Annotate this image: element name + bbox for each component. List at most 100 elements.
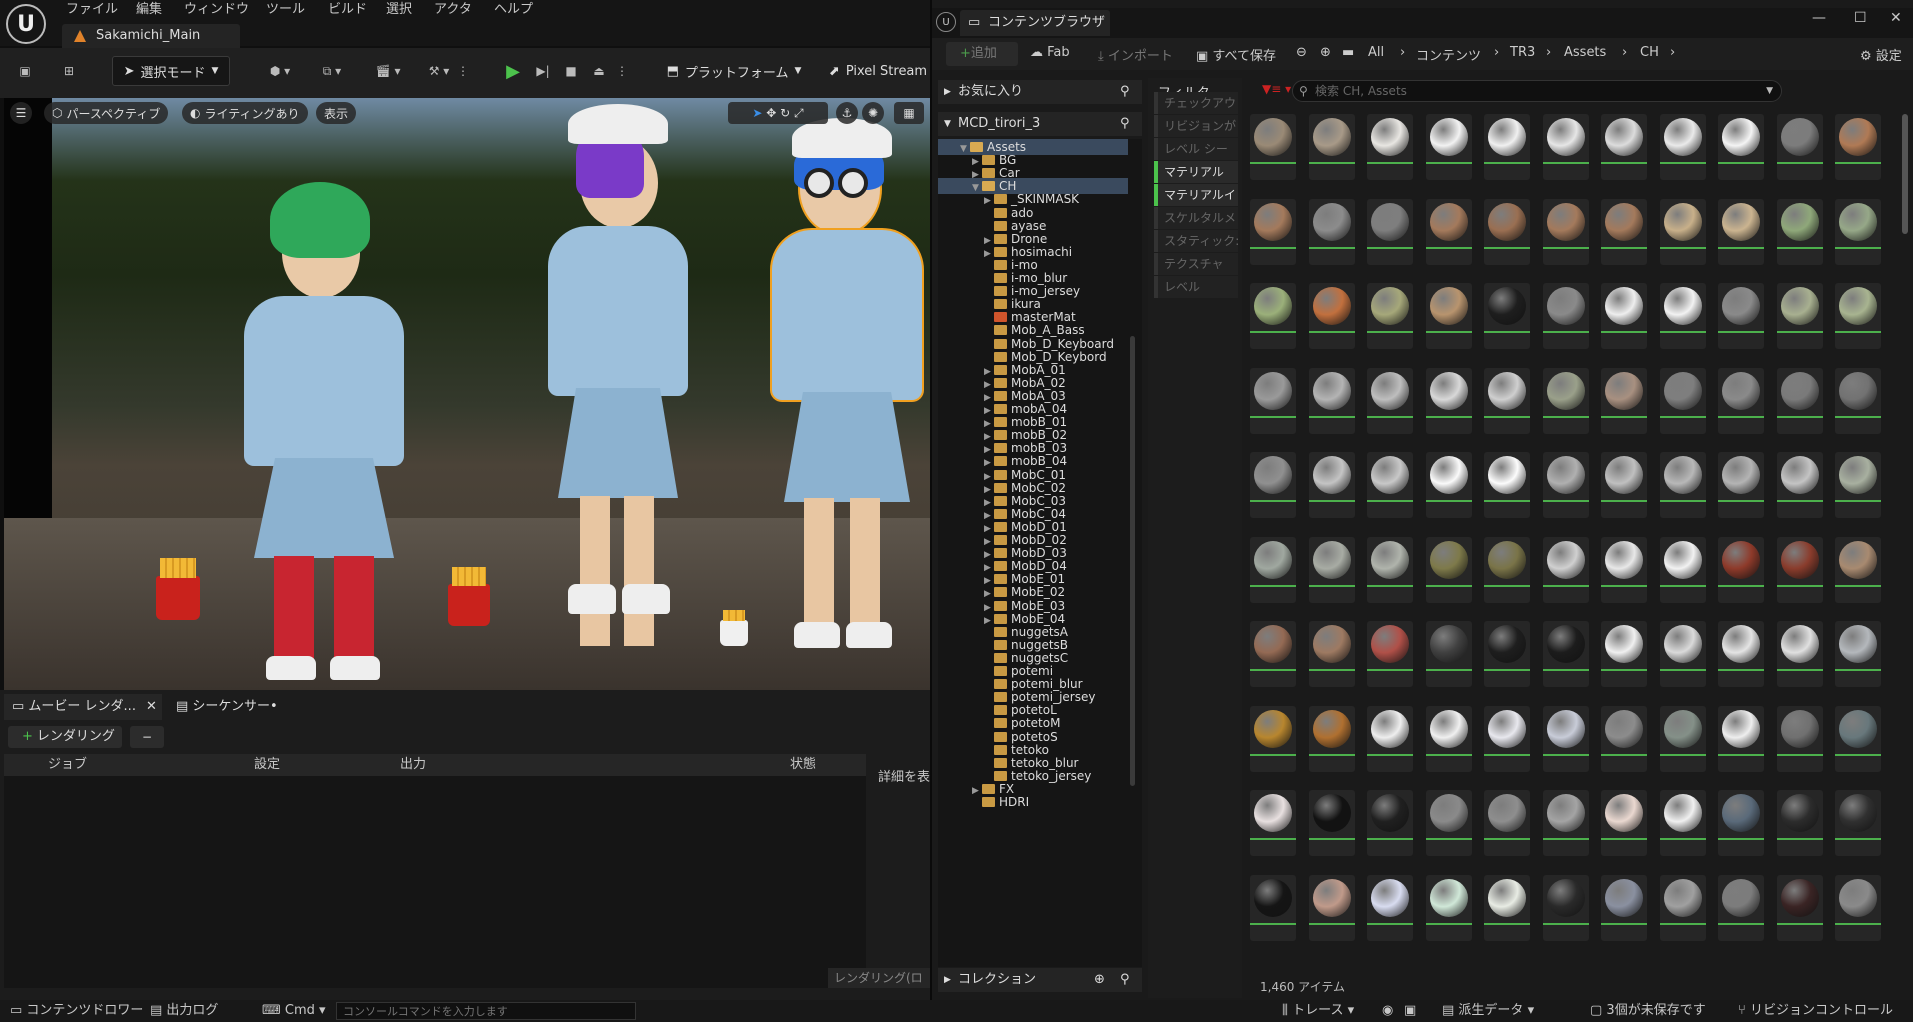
asset-tile[interactable] <box>1367 367 1413 434</box>
asset-tile[interactable] <box>1835 114 1881 180</box>
asset-tile[interactable] <box>1484 452 1530 518</box>
world-local-icon[interactable]: ✺ <box>862 102 884 124</box>
unsaved-button[interactable]: ▢ 3個が未保存です <box>1590 1000 1706 1022</box>
asset-tile[interactable] <box>1542 198 1589 265</box>
asset-tile[interactable] <box>1308 621 1355 687</box>
asset-tile[interactable] <box>1659 198 1706 265</box>
asset-tile[interactable] <box>1367 621 1413 687</box>
content-drawer-button[interactable]: ▭ コンテンツドロワー <box>10 1000 143 1022</box>
asset-tile[interactable] <box>1835 874 1881 941</box>
search-icon[interactable]: ⚲ <box>1120 80 1130 104</box>
asset-tile[interactable] <box>1601 114 1647 180</box>
content-browser-tab[interactable]: ▭コンテンツブラウザ✕ <box>960 10 1110 56</box>
asset-tile[interactable] <box>1659 705 1706 772</box>
asset-tile[interactable] <box>1484 367 1530 434</box>
asset-tile[interactable] <box>1835 198 1881 265</box>
asset-tile[interactable] <box>1484 790 1530 856</box>
asset-tile[interactable] <box>1250 452 1296 518</box>
console-input[interactable] <box>336 1002 636 1020</box>
asset-tile[interactable] <box>1542 874 1589 941</box>
character-purple-hair[interactable] <box>504 98 724 658</box>
tab-sequencer[interactable]: ▤ シーケンサー• <box>172 694 292 720</box>
menu-edit[interactable]: 編集 <box>136 0 162 17</box>
breadcrumb-content[interactable]: コンテンツ <box>1416 45 1481 64</box>
breadcrumb-all[interactable]: All <box>1368 45 1384 60</box>
revision-control-button[interactable]: ⑂ リビジョンコントロール <box>1738 1000 1893 1022</box>
fab-button[interactable]: ☁ Fab <box>1030 45 1070 60</box>
asset-tile[interactable] <box>1308 367 1355 434</box>
asset-tile[interactable] <box>1425 114 1472 180</box>
asset-tile[interactable] <box>1718 198 1764 265</box>
level-viewport[interactable]: ☰ ⬡ パースペクティブ ◐ ライティングあり 表示 ➤ ✥ ↻ ⤢ ⚓ ✺ ▦ <box>4 98 930 690</box>
search-icon[interactable]: ⚲ <box>1120 112 1130 136</box>
asset-tile[interactable] <box>1542 283 1589 349</box>
asset-tile[interactable] <box>1776 367 1823 434</box>
asset-tile[interactable] <box>1308 198 1355 265</box>
render-log-button[interactable]: レンダリング(ロ <box>828 968 930 988</box>
asset-tile[interactable] <box>1659 283 1706 349</box>
asset-tile[interactable] <box>1250 536 1296 603</box>
lighting-button[interactable]: ◐ ライティングあり <box>182 102 308 124</box>
render-button[interactable]: + レンダリング <box>8 726 122 748</box>
menu-actor[interactable]: アクタ <box>434 0 472 17</box>
asset-tile[interactable] <box>1367 874 1413 941</box>
add-actor-icon[interactable]: ⬢ ▾ <box>262 56 298 86</box>
rotate-icon[interactable]: ↻ <box>780 106 790 120</box>
select-icon[interactable]: ➤ <box>752 106 762 120</box>
asset-tile[interactable] <box>1484 874 1530 941</box>
move-icon[interactable]: ✥ <box>766 106 776 120</box>
window-close-icon[interactable]: ✕ <box>1890 10 1902 26</box>
import-button[interactable]: ⤓ インポート <box>1098 45 1173 64</box>
asset-tile[interactable] <box>1659 367 1706 434</box>
asset-tile[interactable] <box>1308 790 1355 856</box>
asset-tile[interactable] <box>1776 874 1823 941</box>
asset-tile[interactable] <box>1484 114 1530 180</box>
grid-snap-icon[interactable]: ▦ <box>894 102 924 124</box>
back-icon[interactable]: ⊖ <box>1296 45 1307 60</box>
character-blue-hair-selected[interactable] <box>764 98 930 658</box>
add-collection-icon[interactable]: ⊕ <box>1094 968 1105 992</box>
asset-tile[interactable] <box>1718 283 1764 349</box>
perspective-button[interactable]: ⬡ パースペクティブ <box>44 102 169 124</box>
asset-tile[interactable] <box>1718 874 1764 941</box>
scale-icon[interactable]: ⤢ <box>794 106 804 121</box>
asset-tile[interactable] <box>1776 452 1823 518</box>
asset-tile[interactable] <box>1601 874 1647 941</box>
asset-tile[interactable] <box>1542 536 1589 603</box>
settings-button[interactable]: ⚙ 設定 <box>1860 45 1902 64</box>
asset-tile[interactable] <box>1367 114 1413 180</box>
asset-tile[interactable] <box>1484 705 1530 772</box>
asset-tile[interactable] <box>1718 367 1764 434</box>
asset-tile[interactable] <box>1425 283 1472 349</box>
filter-chip[interactable]: スタティック: <box>1154 230 1238 252</box>
asset-tile[interactable] <box>1425 536 1472 603</box>
asset-tile[interactable] <box>1425 621 1472 687</box>
asset-tile[interactable] <box>1659 114 1706 180</box>
asset-tile[interactable] <box>1835 452 1881 518</box>
asset-tile[interactable] <box>1718 114 1764 180</box>
menu-help[interactable]: ヘルプ <box>494 0 533 17</box>
asset-tile[interactable] <box>1659 874 1706 941</box>
breadcrumb-ch[interactable]: CH <box>1640 45 1659 60</box>
asset-tile[interactable] <box>1250 283 1296 349</box>
asset-tile[interactable] <box>1601 283 1647 349</box>
breadcrumb-assets[interactable]: Assets <box>1564 45 1606 60</box>
menu-tools[interactable]: ツール <box>266 0 305 17</box>
asset-tile[interactable] <box>1542 790 1589 856</box>
asset-tile[interactable] <box>1776 283 1823 349</box>
asset-tile[interactable] <box>1601 705 1647 772</box>
play-options-icon[interactable]: ⋮ <box>616 56 628 86</box>
tab-movie-render[interactable]: ▭ ムービー レンダ... ✕ <box>4 694 162 720</box>
step-icon[interactable]: ▶| <box>532 56 554 86</box>
asset-tile[interactable] <box>1367 198 1413 265</box>
asset-tile[interactable] <box>1367 536 1413 603</box>
tree-folder-hdri[interactable]: HDRI <box>938 794 1128 810</box>
asset-tile[interactable] <box>1835 536 1881 603</box>
asset-tile[interactable] <box>1308 114 1355 180</box>
asset-tile[interactable] <box>1250 874 1296 941</box>
menu-window[interactable]: ウィンドウ <box>184 0 249 17</box>
show-button[interactable]: 表示 <box>316 102 357 124</box>
asset-tile[interactable] <box>1542 114 1589 180</box>
filter-chip[interactable]: マテリアル <box>1154 161 1238 183</box>
asset-tile[interactable] <box>1776 114 1823 180</box>
